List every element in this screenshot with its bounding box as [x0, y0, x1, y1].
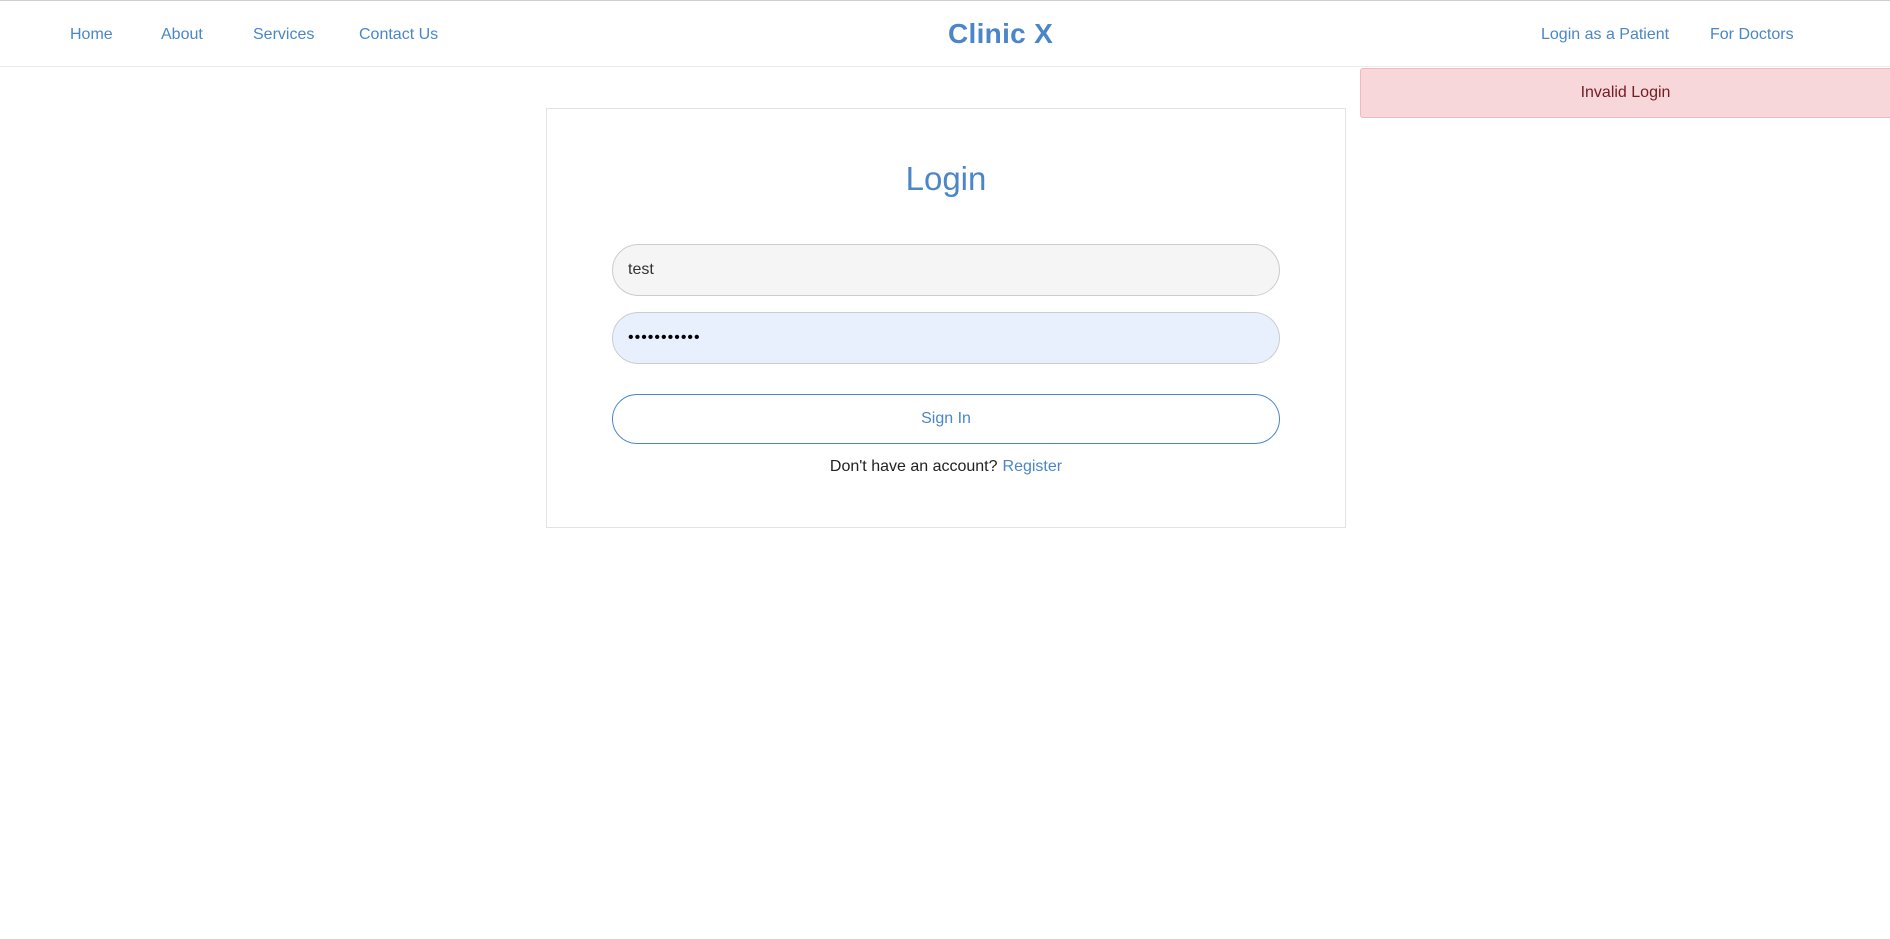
login-title: Login: [905, 160, 987, 197]
brand-logo[interactable]: Clinic X: [948, 17, 1053, 51]
error-alert-message: Invalid Login: [1580, 84, 1671, 101]
nav-services-link[interactable]: Services: [253, 25, 314, 45]
register-row: Don't have an account? Register: [547, 457, 1345, 477]
nav-home-link[interactable]: Home: [70, 25, 113, 45]
error-alert: Invalid Login: [1360, 68, 1890, 118]
register-link[interactable]: Register: [1003, 458, 1063, 475]
password-input[interactable]: [612, 312, 1280, 364]
register-prompt: Don't have an account?: [829, 458, 998, 475]
nav-for-doctors-link[interactable]: For Doctors: [1710, 25, 1794, 45]
navbar: Home About Services Contact Us Clinic X …: [0, 1, 1890, 67]
login-card: Login Sign In Don't have an account? Regi…: [546, 108, 1346, 528]
username-input[interactable]: [612, 244, 1280, 296]
sign-in-button[interactable]: Sign In: [612, 394, 1280, 444]
nav-about-link[interactable]: About: [161, 25, 203, 45]
nav-login-patient-link[interactable]: Login as a Patient: [1541, 25, 1669, 45]
nav-contact-link[interactable]: Contact Us: [359, 25, 438, 45]
